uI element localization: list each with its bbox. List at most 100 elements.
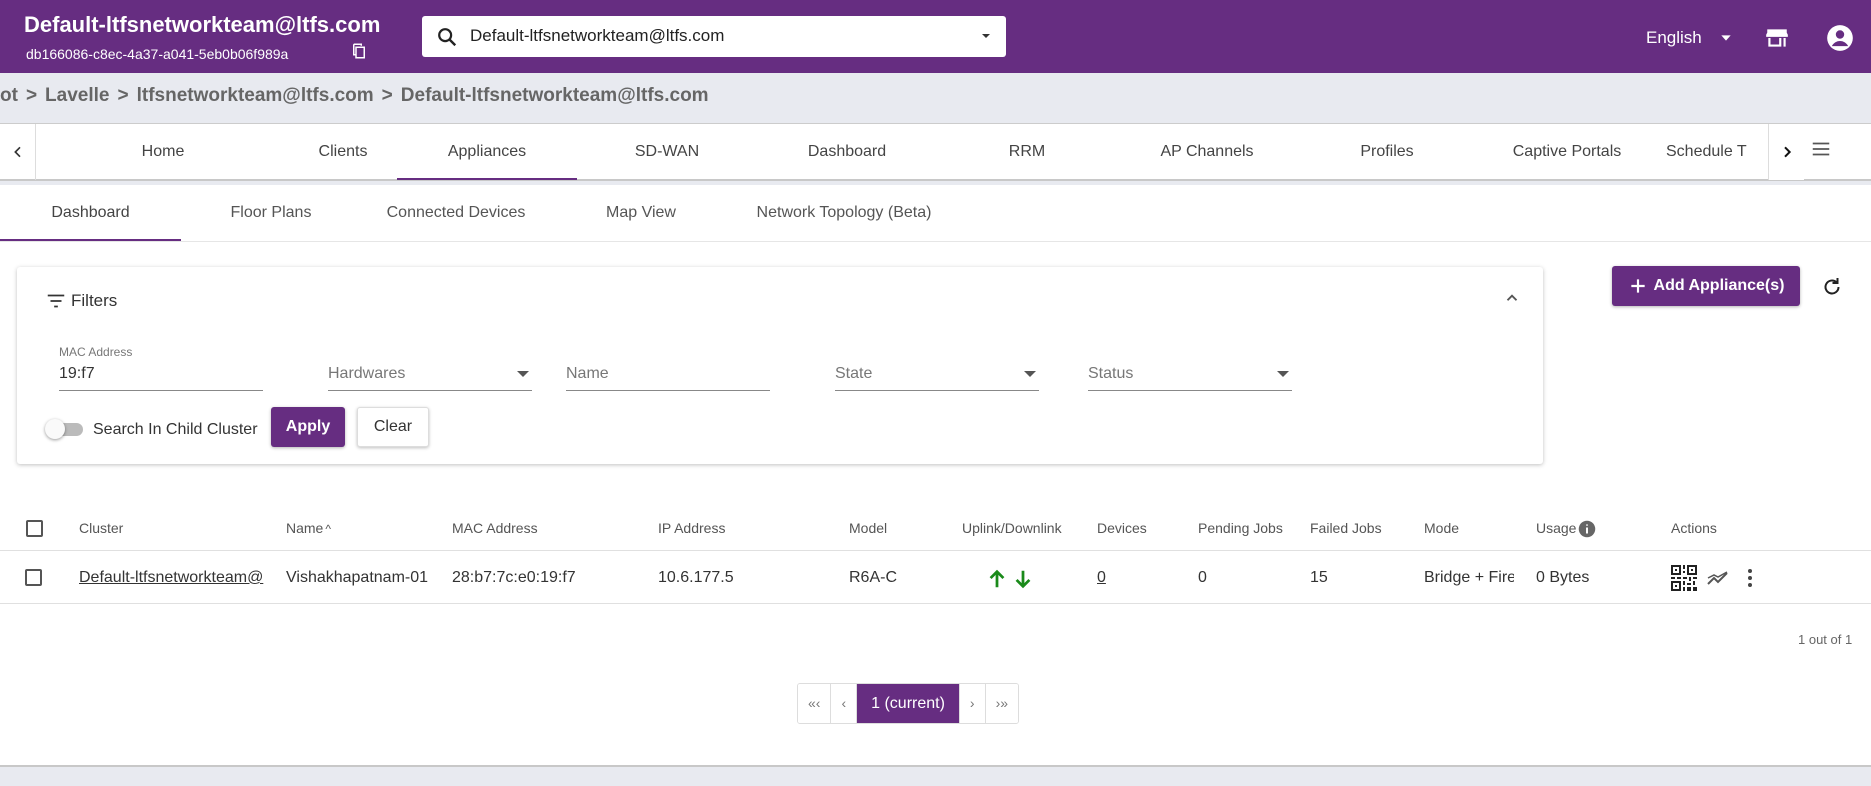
tab-schedule[interactable]: Schedule T bbox=[1666, 124, 1768, 180]
chevron-down-icon[interactable] bbox=[1718, 30, 1734, 46]
cell-ip: 10.6.177.5 bbox=[658, 569, 734, 586]
col-mode[interactable]: Mode bbox=[1424, 505, 1459, 551]
tab-dashboard[interactable]: Dashboard bbox=[757, 124, 937, 180]
col-uplink-downlink[interactable]: Uplink/Downlink bbox=[962, 505, 1062, 551]
chevron-down-icon bbox=[1277, 371, 1289, 377]
breadcrumb-item[interactable]: ltfsnetworkteam@ltfs.com bbox=[137, 85, 374, 106]
col-usage[interactable]: Usage bbox=[1536, 505, 1596, 551]
page-last-button[interactable]: ›» bbox=[985, 684, 1019, 723]
col-model[interactable]: Model bbox=[849, 505, 887, 551]
col-pending-jobs[interactable]: Pending Jobs bbox=[1198, 505, 1283, 551]
hardwares-select[interactable]: Hardwares bbox=[328, 357, 532, 391]
breadcrumb-separator: > bbox=[117, 85, 129, 106]
nav-scroll-right[interactable] bbox=[1768, 124, 1804, 180]
language-select[interactable]: English bbox=[1646, 28, 1702, 48]
filters-panel: Filters MAC Address 19:f7 Hardwares Name… bbox=[17, 267, 1543, 464]
cell-usage: 0 Bytes bbox=[1536, 569, 1590, 586]
breadcrumb-item[interactable]: Lavelle bbox=[45, 85, 109, 106]
apply-button[interactable]: Apply bbox=[271, 407, 345, 447]
more-vert-icon[interactable] bbox=[1738, 566, 1762, 590]
refresh-icon[interactable] bbox=[1820, 275, 1844, 299]
filters-header[interactable]: Filters bbox=[45, 290, 117, 312]
toggle-knob bbox=[45, 419, 65, 439]
tab-captive-portals[interactable]: Captive Portals bbox=[1477, 124, 1657, 180]
breadcrumb: ot > Lavelle > ltfsnetworkteam@ltfs.com > Defa… bbox=[0, 85, 717, 107]
page-current[interactable]: 1 (current) bbox=[857, 684, 960, 723]
chevron-up-icon[interactable] bbox=[1503, 289, 1521, 307]
page-prev-button[interactable]: ‹ bbox=[831, 684, 858, 723]
page-next-button[interactable]: › bbox=[959, 684, 986, 723]
cell-devices-link[interactable]: 0 bbox=[1097, 552, 1106, 604]
tab-ap-channels[interactable]: AP Channels bbox=[1117, 124, 1297, 180]
status-select[interactable]: Status bbox=[1088, 357, 1292, 391]
subtab-dashboard[interactable]: Dashboard bbox=[0, 185, 181, 241]
tab-home[interactable]: Home bbox=[73, 124, 253, 180]
col-failed-jobs[interactable]: Failed Jobs bbox=[1310, 505, 1382, 551]
filter-icon bbox=[47, 294, 65, 308]
chevron-down-icon bbox=[982, 34, 990, 38]
breadcrumb-item-current: Default-ltfsnetworkteam@ltfs.com bbox=[400, 85, 709, 106]
mac-address-label: MAC Address bbox=[59, 345, 133, 359]
sub-tabs: Dashboard Floor Plans Connected Devices … bbox=[0, 185, 1871, 242]
col-devices[interactable]: Devices bbox=[1097, 505, 1147, 551]
subtab-floor-plans[interactable]: Floor Plans bbox=[181, 185, 361, 241]
uplink-up-arrow-icon bbox=[989, 569, 1005, 588]
subtab-map-view[interactable]: Map View bbox=[551, 185, 731, 241]
child-cluster-label: Search In Child Cluster bbox=[93, 421, 258, 438]
cell-cluster-link[interactable]: Default-ltfsnetworkteam@ bbox=[79, 552, 264, 604]
state-select[interactable]: State bbox=[835, 357, 1039, 391]
breadcrumb-separator: > bbox=[25, 85, 38, 106]
subtab-network-topology[interactable]: Network Topology (Beta) bbox=[731, 185, 957, 241]
add-appliance-button[interactable]: Add Appliance(s) bbox=[1612, 266, 1800, 306]
table-header: Cluster Name ^ MAC Address IP Address Mod… bbox=[0, 505, 1871, 551]
col-actions: Actions bbox=[1671, 520, 1717, 536]
nav-tabs: Home Clients Appliances SD-WAN Dashboard… bbox=[36, 124, 1768, 180]
status-placeholder: Status bbox=[1088, 365, 1134, 382]
main-content: Dashboard Floor Plans Connected Devices … bbox=[0, 185, 1871, 767]
mac-address-value: 19:f7 bbox=[59, 365, 95, 382]
col-usage-label: Usage bbox=[1536, 520, 1577, 536]
org-id: db166086-c8ec-4a37-a041-5eb0b06f989a bbox=[26, 46, 289, 62]
tab-rrm[interactable]: RRM bbox=[937, 124, 1117, 180]
tab-profiles[interactable]: Profiles bbox=[1297, 124, 1477, 180]
chevron-down-icon bbox=[517, 371, 529, 377]
cell-model: R6A-C bbox=[849, 569, 898, 586]
store-icon[interactable] bbox=[1764, 25, 1790, 51]
col-mac-address[interactable]: MAC Address bbox=[452, 505, 538, 551]
tab-appliances[interactable]: Appliances bbox=[397, 124, 577, 180]
tab-sd-wan[interactable]: SD-WAN bbox=[577, 124, 757, 180]
clear-button[interactable]: Clear bbox=[357, 407, 429, 447]
col-cluster[interactable]: Cluster bbox=[79, 505, 123, 551]
table-row: Default-ltfsnetworkteam@ Vishakhapatnam-… bbox=[0, 552, 1871, 604]
select-all-checkbox[interactable] bbox=[26, 520, 43, 537]
top-bar: Default-ltfsnetworkteam@ltfs.com db16608… bbox=[0, 0, 1871, 73]
mac-address-field[interactable]: MAC Address 19:f7 bbox=[59, 345, 263, 391]
account-icon[interactable] bbox=[1826, 24, 1854, 52]
nav-scroll-left[interactable] bbox=[0, 124, 36, 180]
info-icon[interactable] bbox=[1578, 520, 1596, 538]
subtab-connected-devices[interactable]: Connected Devices bbox=[361, 185, 551, 241]
child-cluster-toggle[interactable] bbox=[45, 419, 85, 439]
qr-code-icon[interactable] bbox=[1670, 564, 1698, 592]
org-search-select[interactable]: Default-ltfsnetworkteam@ltfs.com bbox=[422, 16, 1006, 57]
add-appliance-label: Add Appliance(s) bbox=[1653, 277, 1785, 294]
page-first-button[interactable]: «‹ bbox=[798, 684, 832, 723]
breadcrumb-separator: > bbox=[381, 85, 393, 106]
copy-icon[interactable] bbox=[350, 42, 368, 60]
cell-uplink-downlink bbox=[986, 552, 1038, 604]
menu-icon bbox=[1812, 142, 1830, 156]
chevron-right-icon bbox=[1783, 146, 1791, 158]
chevron-left-icon bbox=[13, 146, 21, 158]
trend-chart-icon[interactable] bbox=[1706, 566, 1730, 590]
org-search-value: Default-ltfsnetworkteam@ltfs.com bbox=[470, 26, 725, 45]
breadcrumb-item[interactable]: ot bbox=[0, 85, 18, 106]
cell-failed-jobs: 15 bbox=[1310, 569, 1328, 586]
name-field[interactable]: Name bbox=[566, 357, 770, 391]
col-name[interactable]: Name ^ bbox=[286, 505, 331, 551]
nav-menu-button[interactable] bbox=[1806, 134, 1836, 164]
row-checkbox[interactable] bbox=[25, 569, 42, 586]
sort-asc-icon: ^ bbox=[325, 522, 331, 536]
col-ip-address[interactable]: IP Address bbox=[658, 505, 725, 551]
cell-mac: 28:b7:7c:e0:19:f7 bbox=[452, 569, 576, 586]
plus-icon bbox=[1630, 279, 1645, 293]
